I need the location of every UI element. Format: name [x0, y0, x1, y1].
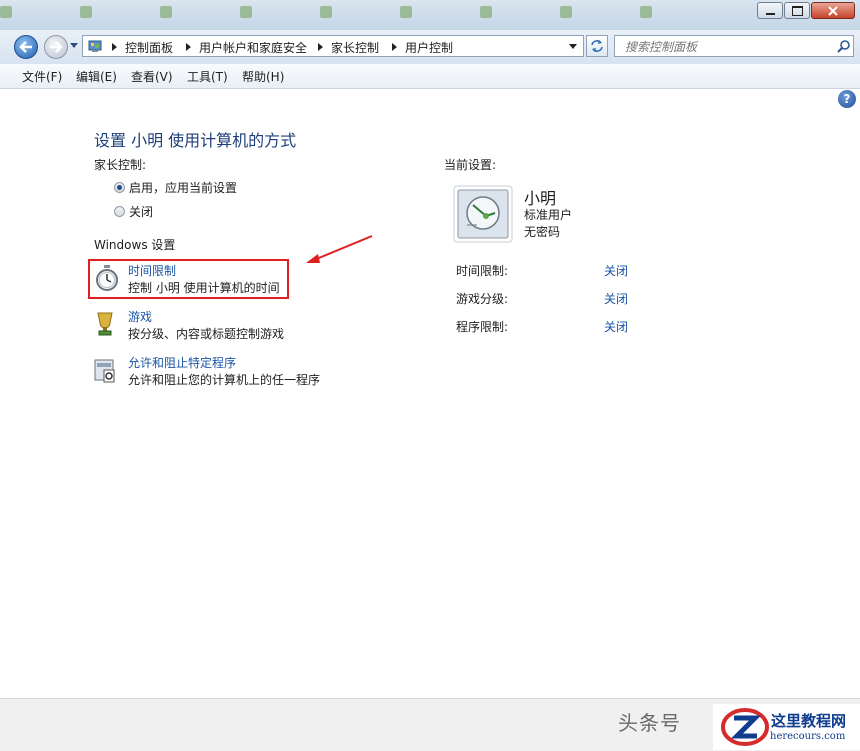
taskbar-item[interactable] [320, 6, 380, 24]
current-settings-label: 当前设置: [444, 158, 497, 172]
app-icon [80, 6, 92, 18]
address-toolbar: 控制面板 用户帐户和家庭安全 家长控制 用户控制 [0, 30, 860, 64]
taskbar-item[interactable] [560, 6, 620, 24]
app-icon [240, 6, 252, 18]
brand-url: herecours.com [770, 731, 846, 742]
forward-arrow-icon [50, 41, 63, 53]
maximize-button[interactable] [784, 2, 810, 19]
parental-controls-label: 家长控制: [94, 158, 147, 172]
breadcrumb-separator[interactable] [186, 43, 191, 51]
radio-enable-label[interactable]: 启用，应用当前设置 [129, 179, 237, 196]
time-limits-status-value[interactable]: 关闭 [604, 262, 628, 279]
highlight-box [88, 259, 289, 299]
games-desc: 按分级、内容或标题控制游戏 [128, 327, 285, 341]
app-icon [320, 6, 332, 18]
time-limits-status-label: 时间限制: [456, 264, 509, 278]
breadcrumb-control-panel[interactable]: 控制面板 [125, 39, 173, 56]
taskbar-item[interactable] [0, 6, 60, 24]
search-input[interactable] [623, 37, 827, 57]
menu-help[interactable]: 帮助(H) [242, 68, 284, 85]
brand-z-icon [721, 708, 769, 746]
program-limits-status-value[interactable]: 关闭 [604, 318, 628, 335]
back-button[interactable] [14, 35, 38, 59]
forward-button[interactable] [44, 35, 68, 59]
game-ratings-status-label: 游戏分级: [456, 292, 509, 306]
app-icon [400, 6, 412, 18]
windows-settings-heading: Windows 设置 [94, 238, 176, 252]
menu-view[interactable]: 查看(V) [131, 68, 173, 85]
close-icon [828, 5, 838, 16]
password-status: 无密码 [524, 225, 561, 239]
radio-off[interactable] [114, 206, 125, 217]
watermark-text: 头条号 [618, 711, 681, 735]
refresh-button[interactable] [586, 35, 608, 57]
allow-block-programs-desc: 允许和阻止您的计算机上的任一程序 [128, 373, 321, 387]
minimize-icon [765, 12, 775, 15]
menu-tools[interactable]: 工具(T) [187, 68, 228, 85]
radio-enable[interactable] [114, 182, 125, 193]
search-box [614, 35, 854, 57]
close-button[interactable] [811, 2, 855, 19]
breadcrumb-separator[interactable] [112, 43, 117, 51]
breadcrumb-separator[interactable] [392, 43, 397, 51]
page-title: 设置 小明 使用计算机的方式 [94, 131, 297, 150]
menu-edit[interactable]: 编辑(E) [76, 68, 117, 85]
taskbar-item[interactable] [80, 6, 140, 24]
taskbar-item[interactable] [640, 6, 700, 24]
recent-pages-dropdown[interactable] [70, 43, 78, 48]
taskbar-item[interactable] [160, 6, 220, 24]
breadcrumb-parental-controls[interactable]: 家长控制 [331, 39, 379, 56]
program-icon [93, 356, 117, 384]
back-arrow-icon [19, 41, 32, 53]
taskbar-item[interactable] [400, 6, 460, 24]
user-avatar [453, 185, 513, 243]
games-link[interactable]: 游戏 [128, 308, 152, 325]
help-icon[interactable]: ? [838, 90, 856, 108]
breadcrumb-separator[interactable] [318, 43, 323, 51]
annotation-arrow [306, 235, 373, 263]
breadcrumb-user-controls: 用户控制 [405, 41, 454, 55]
minimize-button[interactable] [757, 2, 783, 19]
control-panel-icon [88, 39, 102, 53]
menu-bar: 文件(F) 编辑(E) 查看(V) 工具(T) 帮助(H) [0, 64, 860, 89]
maximize-icon [791, 5, 803, 16]
app-icon [0, 6, 12, 18]
menu-file[interactable]: 文件(F) [22, 68, 62, 85]
radio-off-label[interactable]: 关闭 [129, 203, 153, 220]
app-icon [160, 6, 172, 18]
breadcrumb-user-accounts[interactable]: 用户帐户和家庭安全 [199, 39, 307, 56]
taskbar-item[interactable] [240, 6, 300, 24]
search-icon[interactable] [837, 39, 851, 53]
taskbar-strip [0, 0, 860, 31]
allow-block-programs-link[interactable]: 允许和阻止特定程序 [128, 354, 236, 371]
address-bar[interactable]: 控制面板 用户帐户和家庭安全 家长控制 用户控制 [82, 35, 584, 57]
trophy-icon [94, 310, 116, 338]
game-ratings-status-value[interactable]: 关闭 [604, 290, 628, 307]
taskbar-item[interactable] [480, 6, 540, 24]
brand-name: 这里教程网 [771, 712, 847, 730]
address-dropdown[interactable] [569, 44, 577, 49]
app-icon [640, 6, 652, 18]
refresh-icon [591, 40, 603, 52]
program-limits-status-label: 程序限制: [456, 320, 509, 334]
account-type: 标准用户 [524, 208, 573, 222]
app-icon [480, 6, 492, 18]
app-icon [560, 6, 572, 18]
